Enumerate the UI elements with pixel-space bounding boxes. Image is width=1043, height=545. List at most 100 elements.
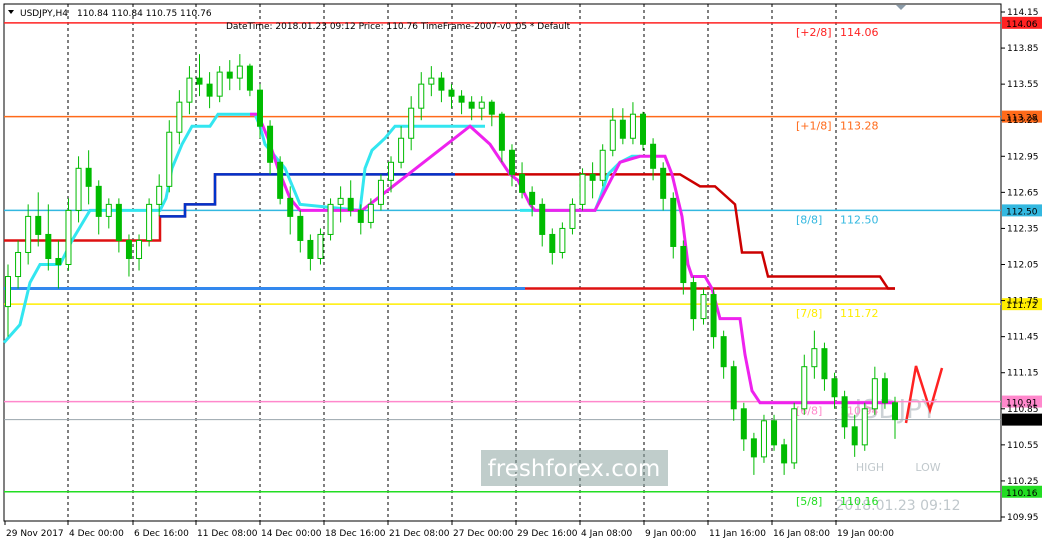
candle-body [609,119,616,151]
level-price: 112.50 [840,213,879,226]
candle-body [357,209,364,223]
candle-body [448,89,455,97]
candle-body [498,113,505,151]
candle-body [166,131,173,187]
price-tick-label: 113.25 [1007,116,1039,126]
candle-body [831,378,838,398]
level-price: 114.06 [840,26,879,39]
candle-body [95,185,102,217]
candle-body [15,251,22,278]
candle-body [75,167,82,211]
candle-body [650,143,657,169]
candle-body [65,209,72,265]
candle-body [236,65,243,79]
candle-body [418,83,425,109]
candle-body [196,77,203,85]
candle-body [327,203,334,235]
candle-body [246,65,253,91]
price-tick-label: 111.45 [1007,333,1039,343]
candle-body [549,233,556,253]
date-label: 11 Dec 08:00 [197,529,258,539]
candle-body [25,215,32,253]
candle-body [287,197,294,217]
price-tick-label: 112.95 [1007,152,1039,162]
candle-body [579,173,586,205]
candle-body [660,167,667,199]
date-label: 29 Nov 2017 [6,529,64,539]
watermark-brand: freshforex.com [488,456,661,482]
candle-body [750,438,757,458]
price-tick-label: 110.25 [1007,477,1039,487]
candle-body [519,173,526,193]
watermark-low: LOW [915,461,940,474]
candle-body [45,233,52,259]
candle-body [640,113,647,145]
date-label: 19 Jan 00:00 [837,529,894,539]
candle-body [599,149,606,181]
date-label: 4 Jan 08:00 [581,529,633,539]
level-price: 111.72 [840,307,879,320]
candle-body [408,107,415,139]
candle-body [226,71,233,79]
candle-body [529,191,536,205]
date-label: 11 Jan 16:00 [709,529,766,539]
candle-body [398,137,405,163]
candle-body [791,408,798,464]
candle-body [267,125,274,163]
candle-body [317,233,324,259]
date-label: 29 Dec 16:00 [517,529,578,539]
candle-body [488,101,495,115]
candle-body [438,77,445,91]
plot-frame [3,3,1002,522]
level-price-tag-text: 114.06 [1006,20,1038,30]
candle-body [35,215,42,235]
candle-body [821,348,828,380]
candle-body [629,113,636,139]
candle-body [478,101,485,109]
level-label: [7/8] [796,307,822,320]
candle-body [881,378,888,404]
candle-body [589,173,596,181]
candle-body [458,95,465,103]
candle-body [307,239,314,259]
candle-body [337,197,344,205]
candle-body [619,119,626,139]
date-label: 4 Dec 00:00 [69,529,124,539]
candle-body [468,101,475,109]
candle-body [367,203,374,223]
price-tick-label: 111.15 [1007,369,1039,379]
candle-body [347,197,354,211]
candle-body [186,77,193,103]
date-label: 9 Jan 00:00 [645,529,697,539]
date-label: 27 Dec 00:00 [453,529,514,539]
candle-body [297,215,304,241]
candle-body [377,179,384,205]
header-symbol: USDJPY,H4 [20,9,68,19]
candle-body [156,185,163,205]
candle-body [115,203,122,241]
level-label: [6/8] [796,405,822,418]
candle-body [720,336,727,368]
header-info: DateTime: 2018.01.23 09:12 Price: 110.76… [226,22,571,32]
candle-body [85,167,92,187]
candle-body [388,161,395,181]
price-tick-label: 114.15 [1007,8,1039,18]
candle-body [781,444,788,464]
candle-body [105,203,112,217]
candle-body [760,420,767,458]
candle-body [125,239,132,259]
price-tick-label: 110.85 [1007,405,1039,415]
candle-body [256,89,263,127]
level-label: [8/8] [796,213,822,226]
price-tick-label: 112.05 [1007,261,1039,271]
date-label: 14 Dec 00:00 [261,529,322,539]
candle-body [670,197,677,247]
level-label: [5/8] [796,495,822,508]
date-label: 16 Jan 08:00 [773,529,830,539]
price-ticks: 114.15 113.85 113.55 113.25 112.95 112.65 112.… [1001,8,1039,523]
candle-body [892,402,898,421]
candle-body [801,366,808,410]
candle-body [5,276,11,308]
candle-body [508,149,515,175]
candle-body [771,420,778,446]
